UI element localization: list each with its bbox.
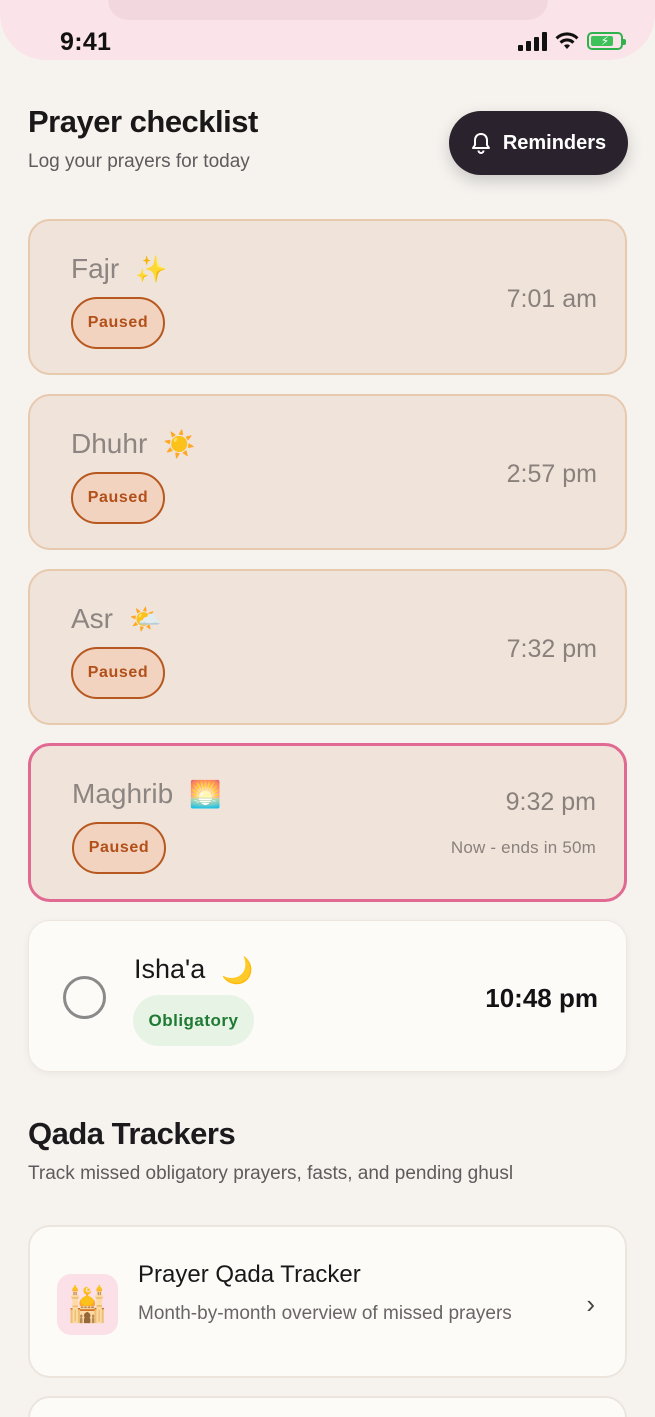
section-title: Qada Trackers [28,1116,236,1151]
bell-icon [471,133,490,154]
sunset-icon: 🌅 [189,779,222,809]
prayer-qada-tracker-card[interactable]: 🕌 Prayer Qada Tracker Month-by-month ove… [28,1225,627,1378]
page-subtitle: Log your prayers for today [28,151,250,172]
section-subtitle: Track missed obligatory prayers, fasts, … [28,1163,514,1184]
status-time: 9:41 [60,28,112,56]
reminders-button[interactable]: Reminders [449,111,628,175]
prayer-name: Isha'a [134,954,206,984]
prayer-time: 2:57 pm [506,460,597,488]
prayer-time: 10:48 pm [485,983,598,1013]
status-badge: Paused [71,297,165,349]
mosque-icon: 🕌 [57,1274,118,1335]
status-badge: Paused [71,647,165,699]
cellular-signal-icon [518,31,547,51]
tracker-title: Prayer Qada Tracker [138,1261,361,1288]
prayer-time: 9:32 pm [505,788,596,816]
prayer-checkbox[interactable] [63,976,106,1019]
page-title: Prayer checklist [28,104,258,139]
status-icons: ⚡ [518,31,626,51]
status-badge: Paused [72,822,166,874]
status-bar: 9:41 ⚡ [0,0,655,60]
battery-icon: ⚡ [587,32,626,50]
status-badge: Paused [71,472,165,524]
chevron-right-icon: › [586,1289,595,1319]
dynamic-island [108,0,548,20]
prayer-name-row: Fajr ✨ [71,253,168,285]
prayer-card-fajr[interactable]: Fajr ✨ Paused 7:01 am [28,219,627,375]
sun-behind-cloud-icon: 🌤️ [129,604,162,634]
obligatory-badge: Obligatory [133,995,254,1046]
reminders-label: Reminders [502,131,607,154]
sparkles-icon: ✨ [135,254,168,284]
crescent-moon-icon: 🌙 [221,954,254,985]
prayer-name: Maghrib [72,778,174,809]
prayer-name: Dhuhr [71,428,148,459]
prayer-name: Fajr [71,253,120,284]
prayer-card-maghrib[interactable]: Maghrib 🌅 Paused 9:32 pm Now - ends in 5… [28,743,627,902]
prayer-time: 7:01 am [506,285,597,313]
wifi-icon [555,32,579,49]
prayer-name-row: Isha'a 🌙 [134,954,254,985]
prayer-name-row: Maghrib 🌅 [72,778,222,810]
prayer-card-asr[interactable]: Asr 🌤️ Paused 7:32 pm [28,569,627,725]
prayer-name-row: Dhuhr ☀️ [71,428,196,460]
current-prayer-note: Now - ends in 50m [450,838,596,857]
prayer-name: Asr [71,603,113,634]
tracker-card-partial[interactable] [28,1396,627,1417]
sun-icon: ☀️ [163,429,196,459]
charging-bolt-icon: ⚡ [600,34,610,48]
tracker-description: Month-by-month overview of missed prayer… [138,1303,512,1324]
prayer-card-isha[interactable]: Isha'a 🌙 Obligatory 10:48 pm [28,920,627,1072]
prayer-name-row: Asr 🌤️ [71,603,161,635]
prayer-card-dhuhr[interactable]: Dhuhr ☀️ Paused 2:57 pm [28,394,627,550]
prayer-time: 7:32 pm [506,635,597,663]
